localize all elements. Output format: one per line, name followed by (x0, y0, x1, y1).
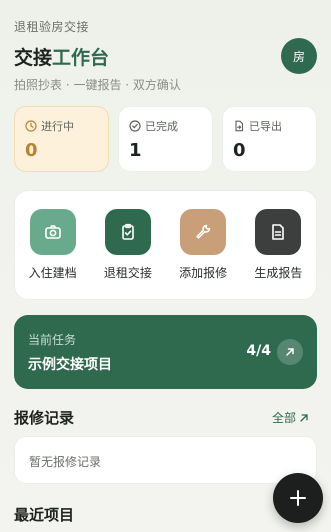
export-file-icon (235, 120, 244, 132)
stat-value: 0 (25, 140, 38, 161)
action-check-in[interactable]: 入住建档 (19, 209, 87, 281)
stat-label: 已导出 (249, 120, 282, 133)
quick-actions: 入住建档 退租交接 添加报修 生成报告 (14, 190, 317, 300)
stat-label: 已完成 (145, 120, 178, 133)
link-label: 全部 (271, 411, 296, 425)
action-label: 添加报修 (179, 266, 228, 280)
action-label: 退租交接 (103, 266, 152, 280)
repairs-title: 报修记录 (14, 409, 75, 427)
check-circle-icon (129, 120, 141, 132)
title-accent: 工作台 (52, 47, 110, 69)
tagline: 拍照抄表 · 一键报告 · 双方确认 (14, 78, 181, 92)
empty-text: 暂无报修记录 (29, 455, 102, 469)
action-generate-report[interactable]: 生成报告 (244, 209, 312, 281)
camera-icon (29, 209, 76, 255)
header: 退租验房交接 交接工作台 拍照抄表 · 一键报告 · 双方确认 房 (14, 18, 317, 93)
app-subtitle: 退租验房交接 (14, 20, 90, 34)
clipboard-check-icon (104, 209, 151, 255)
action-move-out[interactable]: 退租交接 (94, 209, 162, 281)
stats-row: 进行中 0 已完成 1 已导出 0 (14, 106, 317, 172)
stat-value: 0 (233, 140, 246, 161)
stat-label: 进行中 (41, 120, 74, 133)
page-title: 交接工作台 (14, 43, 317, 70)
stat-completed[interactable]: 已完成 1 (118, 106, 213, 172)
repairs-empty-card: 暂无报修记录 (14, 436, 317, 484)
stat-in-progress[interactable]: 进行中 0 (14, 106, 109, 172)
stat-exported[interactable]: 已导出 0 (222, 106, 317, 172)
wrench-icon (180, 209, 227, 255)
action-label: 生成报告 (254, 266, 303, 280)
add-fab-button[interactable] (273, 473, 323, 523)
document-icon (255, 209, 302, 255)
plus-icon (290, 490, 306, 506)
title-main: 交接 (14, 47, 53, 69)
action-label: 入住建档 (28, 266, 77, 280)
arrow-up-right-icon (300, 413, 308, 422)
action-add-repair[interactable]: 添加报修 (169, 209, 237, 281)
arrow-up-right-icon[interactable] (277, 339, 303, 365)
avatar[interactable]: 房 (281, 38, 317, 74)
repairs-view-all-link[interactable]: 全部 (272, 409, 309, 426)
stat-value: 1 (129, 140, 142, 161)
current-task-card[interactable]: 当前任务 示例交接项目 4/4 (14, 315, 317, 389)
clock-icon (25, 120, 37, 132)
recent-title: 最近项目 (14, 506, 75, 524)
task-progress: 4/4 (246, 343, 271, 359)
